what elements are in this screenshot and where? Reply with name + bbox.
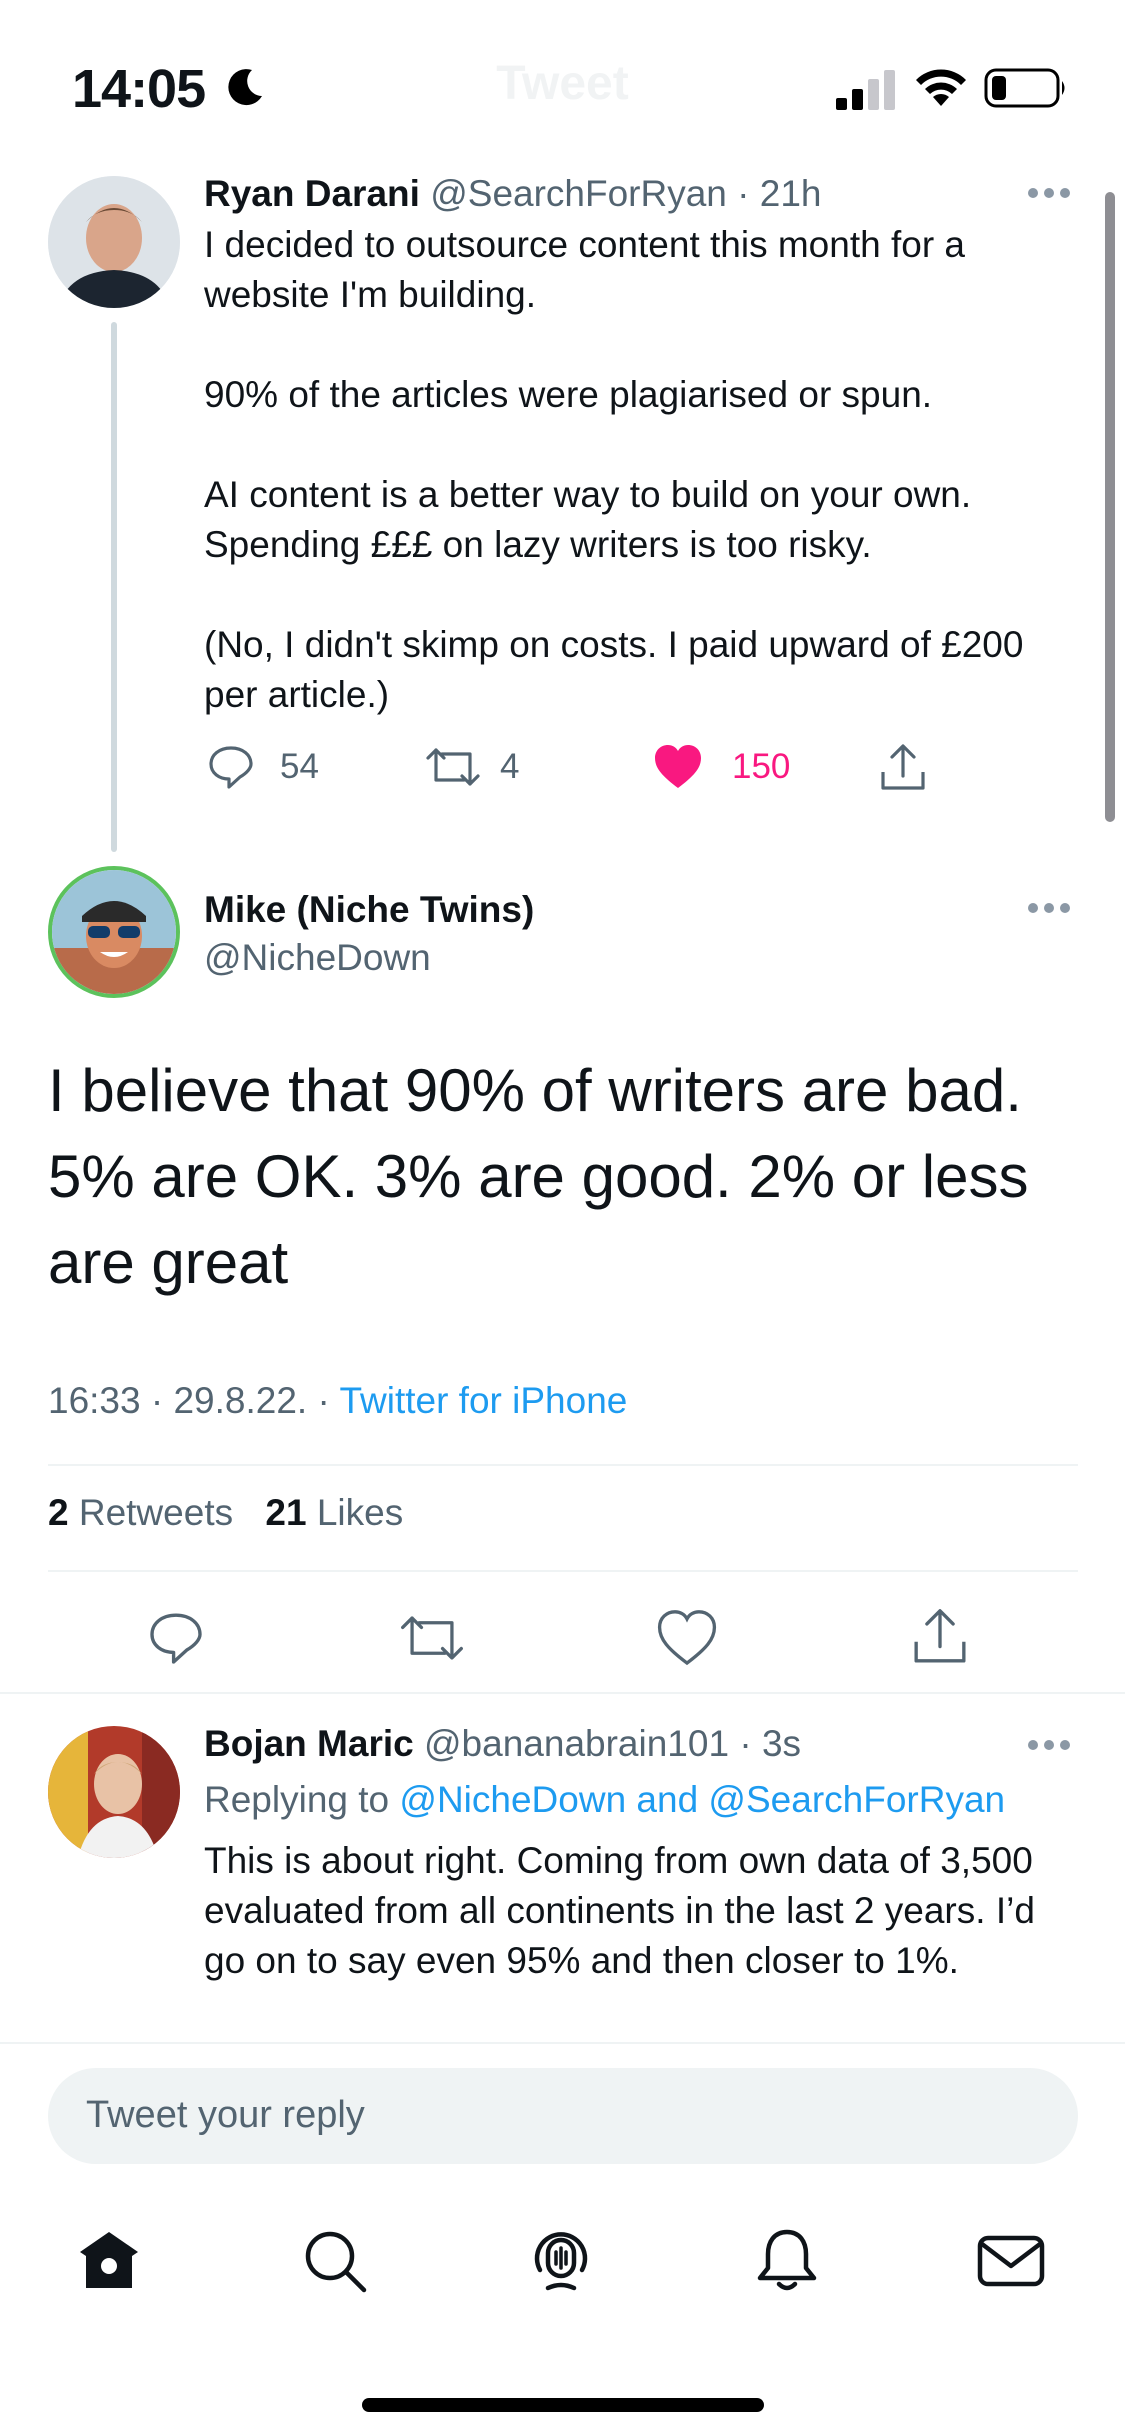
- avatar[interactable]: [48, 1726, 180, 1858]
- reply-button[interactable]: 54: [206, 742, 319, 792]
- reply-button[interactable]: [146, 1608, 206, 1673]
- avatar[interactable]: [48, 176, 180, 308]
- reply-icon: [209, 746, 253, 789]
- tweet-time: 3s: [761, 1723, 802, 1764]
- retweets-label: Retweets: [78, 1492, 234, 1533]
- tweet-header: Bojan Maric @bananabrain101 · 3s: [204, 1723, 802, 1764]
- author-name[interactable]: Ryan Darani: [204, 173, 420, 214]
- retweet-count: 2: [48, 1492, 69, 1533]
- search-icon[interactable]: [300, 2226, 370, 2296]
- share-icon: [881, 744, 925, 790]
- reply-input[interactable]: Tweet your reply: [48, 2068, 1078, 2164]
- likes-label: Likes: [316, 1492, 404, 1533]
- tweet-source-link[interactable]: Twitter for iPhone: [339, 1380, 627, 1421]
- notifications-icon[interactable]: [752, 2226, 822, 2296]
- cellular-signal-icon: [836, 70, 895, 110]
- more-dots-icon[interactable]: [1028, 903, 1070, 915]
- engagement-stats: 2 Retweets 21 Likes: [48, 1492, 403, 1534]
- retweet-count: 4: [500, 747, 520, 786]
- heart-icon: [655, 745, 701, 788]
- heart-icon: [657, 1610, 717, 1666]
- retweet-button[interactable]: [398, 1608, 466, 1673]
- divider: [0, 1692, 1125, 1694]
- moon-icon: [228, 69, 262, 106]
- tweet-header: Ryan Darani @SearchForRyan · 21h: [204, 173, 822, 214]
- retweet-button[interactable]: 4: [424, 742, 519, 792]
- wifi-icon: [916, 69, 966, 106]
- share-button[interactable]: [878, 742, 928, 794]
- author-name[interactable]: Mike (Niche Twins): [204, 888, 534, 932]
- home-indicator[interactable]: [362, 2398, 764, 2412]
- like-count: 21: [265, 1492, 307, 1533]
- divider: [48, 1570, 1078, 1572]
- messages-icon[interactable]: [976, 2226, 1046, 2296]
- tweet-timestamp: 16:33 · 29.8.22. ·: [48, 1380, 330, 1421]
- author-handle[interactable]: @bananabrain101: [424, 1723, 729, 1764]
- like-button[interactable]: [656, 1608, 718, 1673]
- tweet-time: 21h: [759, 173, 822, 214]
- like-count: 150: [732, 747, 791, 786]
- replying-to-line: Replying to @NicheDown and @SearchForRya…: [204, 1778, 1005, 1822]
- author-handle[interactable]: @SearchForRyan: [430, 173, 727, 214]
- thread-line: [111, 322, 117, 852]
- reply-icon: [150, 1613, 202, 1664]
- main-tweet-text: I believe that 90% of writers are bad. 5…: [48, 1057, 1029, 1296]
- home-icon[interactable]: [74, 2226, 144, 2296]
- author-name[interactable]: Bojan Maric: [204, 1723, 414, 1764]
- more-dots-icon[interactable]: [1028, 1740, 1070, 1752]
- tweet-meta: 16:33 · 29.8.22. · Twitter for iPhone: [48, 1380, 627, 1422]
- retweet-icon: [401, 1616, 463, 1660]
- divider: [0, 2042, 1125, 2044]
- retweets-stat[interactable]: 2 Retweets: [48, 1492, 243, 1533]
- spaces-icon[interactable]: [526, 2226, 596, 2296]
- replying-to-link[interactable]: @NicheDown and @SearchForRyan: [399, 1779, 1005, 1820]
- tweet-text: This is about right. Coming from own dat…: [204, 1840, 1035, 1981]
- avatar[interactable]: [48, 866, 180, 998]
- status-bar: Tweet 14:05: [0, 0, 1125, 170]
- like-button[interactable]: 150: [652, 742, 790, 792]
- likes-stat[interactable]: 21 Likes: [265, 1492, 403, 1533]
- scroll-indicator[interactable]: [1105, 192, 1115, 822]
- replying-to-label: Replying to: [204, 1779, 390, 1820]
- battery-icon: [984, 68, 1065, 108]
- status-time: 14:05: [72, 59, 206, 119]
- reply-count: 54: [280, 747, 319, 786]
- share-button[interactable]: [910, 1606, 970, 1673]
- reply-placeholder: Tweet your reply: [86, 2094, 365, 2136]
- author-handle[interactable]: @NicheDown: [204, 936, 431, 980]
- divider: [48, 1464, 1078, 1466]
- more-dots-icon[interactable]: [1028, 188, 1070, 200]
- retweet-icon: [426, 748, 480, 786]
- share-icon: [914, 1609, 966, 1663]
- tweet-text: I decided to outsource content this mont…: [204, 224, 1024, 715]
